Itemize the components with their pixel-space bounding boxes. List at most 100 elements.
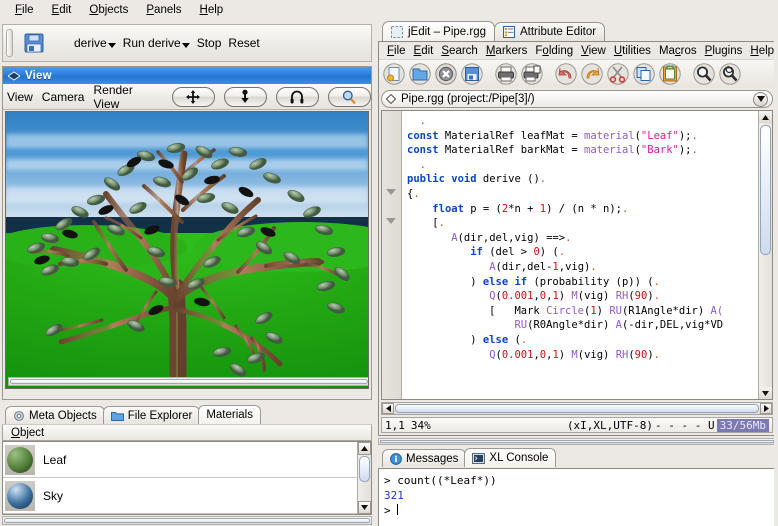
file-selector-value: Pipe.rgg (project:/Pipe[3]/) [401,93,535,105]
jedit-menu-file[interactable]: File [383,45,410,57]
source-code[interactable]: . const MaterialRef leafMat = material("… [402,111,758,362]
editor-vscroll-thumb[interactable] [760,125,771,255]
editor-gutter[interactable] [382,111,402,399]
view-menu-camera[interactable]: Camera [42,90,85,104]
jedit-menu-search[interactable]: Search [437,45,481,57]
code-text-area[interactable]: . const MaterialRef leafMat = material("… [402,111,758,399]
scroll-up-button[interactable] [358,442,371,455]
materials-hscroll-thumb[interactable] [4,518,370,523]
list-item[interactable]: Sky [3,478,371,514]
copy-icon[interactable] [631,61,657,87]
paste-clipboard-icon[interactable] [657,61,683,87]
open-folder-icon[interactable] [407,61,433,87]
toolbar-drag-handle[interactable] [6,29,13,57]
object-column-header[interactable]: Object [2,424,372,441]
viewport-hscroll-thumb[interactable] [10,379,368,384]
fold-triangle-icon[interactable] [386,218,396,224]
list-item[interactable]: Leaf [3,442,371,478]
menu-file[interactable]: File [6,2,43,18]
stop-button[interactable]: Stop [194,34,224,52]
jedit-menu-macros[interactable]: Macros [655,45,701,57]
save-file-icon[interactable] [459,61,485,87]
editor-vscrollbar[interactable] [758,111,772,399]
viewport-hscrollbar[interactable] [8,377,368,386]
scroll-down-button[interactable] [759,387,772,399]
jedit-menu-utilities[interactable]: Utilities [610,45,655,57]
tab-materials[interactable]: Materials [198,405,261,424]
derive-label: derive [74,36,107,50]
materials-vscrollbar[interactable] [357,442,371,514]
console-text[interactable]: > count((*Leaf*)) 321 > [379,469,775,518]
status-flags: - - - - U [655,418,715,432]
navigate-zoom-button[interactable] [327,86,372,107]
editor-hscrollbar[interactable] [381,402,773,415]
console-line-command: > count((*Leaf*)) [384,474,497,487]
cut-scissors-icon[interactable] [605,61,631,87]
encoding-indicator[interactable]: (xI,XL,UTF-8) [567,419,653,432]
jedit-toolbar [379,59,775,88]
reset-button[interactable]: Reset [225,34,261,52]
tab-file-explorer[interactable]: File Explorer [102,406,201,424]
find-again-icon[interactable] [717,61,743,87]
console-splitter-thumb[interactable] [380,440,774,443]
run-derive-dropdown-button[interactable]: Run derive [120,34,192,52]
memory-indicator[interactable]: 33/56Mb [716,418,769,432]
scroll-right-button[interactable] [760,403,772,414]
find-icon[interactable] [691,61,717,87]
jedit-menu-folding[interactable]: Folding [531,45,577,57]
console-tabs: Messages XL Console [378,447,776,467]
chevron-down-icon[interactable] [753,91,768,107]
navigate-move-button[interactable] [171,86,215,107]
materials-hscrollbar[interactable] [2,516,372,525]
redo-icon[interactable] [579,61,605,87]
console-icon [472,452,486,464]
jedit-menu-markers[interactable]: Markers [482,45,532,57]
triangle-left-icon [385,405,391,412]
close-file-icon[interactable] [433,61,459,87]
view-menu-view[interactable]: View [7,90,33,104]
jedit-menu-plugins[interactable]: Plugins [701,45,747,57]
main-menubar: File Edit Objects Panels Help [0,0,778,20]
jedit-menu-edit[interactable]: Edit [410,45,438,57]
tab-jedit-pipe-rgg[interactable]: jEdit – Pipe.rgg [382,21,495,41]
status-right-group: (xI,XL,UTF-8) - - - - U 33/56Mb [567,418,769,432]
object-browser-panel: Meta Objects File Explorer Materials Obj… [2,404,372,526]
menu-panels[interactable]: Panels [137,2,190,18]
view-menu-render-view[interactable]: Render View [93,83,160,111]
tab-attribute-editor[interactable]: Attribute Editor [494,22,606,41]
triangle-up-icon [361,446,368,451]
text-cursor [397,504,399,515]
menu-edit[interactable]: Edit [43,2,81,18]
scroll-up-button[interactable] [759,111,772,123]
print-setup-icon[interactable] [519,61,545,87]
xl-console-output[interactable]: > count((*Leaf*)) 321 > [378,468,776,526]
tab-meta-objects[interactable]: Meta Objects [5,406,105,424]
undo-icon[interactable] [553,61,579,87]
fold-triangle-icon[interactable] [386,189,396,195]
scroll-down-button[interactable] [358,501,371,514]
file-selector-combobox[interactable]: Pipe.rgg (project:/Pipe[3]/) [381,90,773,108]
scroll-left-button[interactable] [382,403,394,414]
print-icon[interactable] [493,61,519,87]
derive-dropdown-button[interactable]: derive [71,34,118,52]
save-button[interactable] [19,29,49,57]
materials-list[interactable]: Leaf Sky [2,441,372,515]
new-file-icon[interactable] [381,61,407,87]
tab-messages[interactable]: Messages [382,449,467,467]
jedit-menu-view[interactable]: View [577,45,610,57]
right-column: jEdit – Pipe.rgg Attribute Editor File E… [376,20,778,526]
code-editor[interactable]: . const MaterialRef leafMat = material("… [381,110,773,400]
left-column: derive Run derive Stop Reset View View C… [0,20,374,526]
viewport-3d[interactable] [5,111,369,389]
console-splitter-scrollbar[interactable] [378,438,776,445]
jedit-menubar: File Edit Search Markers Folding View Ut… [379,42,775,59]
view-panel: View View Camera Render View [2,66,372,400]
materials-vscroll-thumb[interactable] [359,456,370,482]
menu-help[interactable]: Help [191,2,233,18]
editor-hscroll-thumb[interactable] [395,404,759,413]
navigate-orbit-button[interactable] [275,86,319,107]
tab-xl-console[interactable]: XL Console [464,448,557,467]
right-edge-filler [774,20,778,526]
menu-objects[interactable]: Objects [80,2,137,18]
navigate-drop-button[interactable] [223,86,267,107]
